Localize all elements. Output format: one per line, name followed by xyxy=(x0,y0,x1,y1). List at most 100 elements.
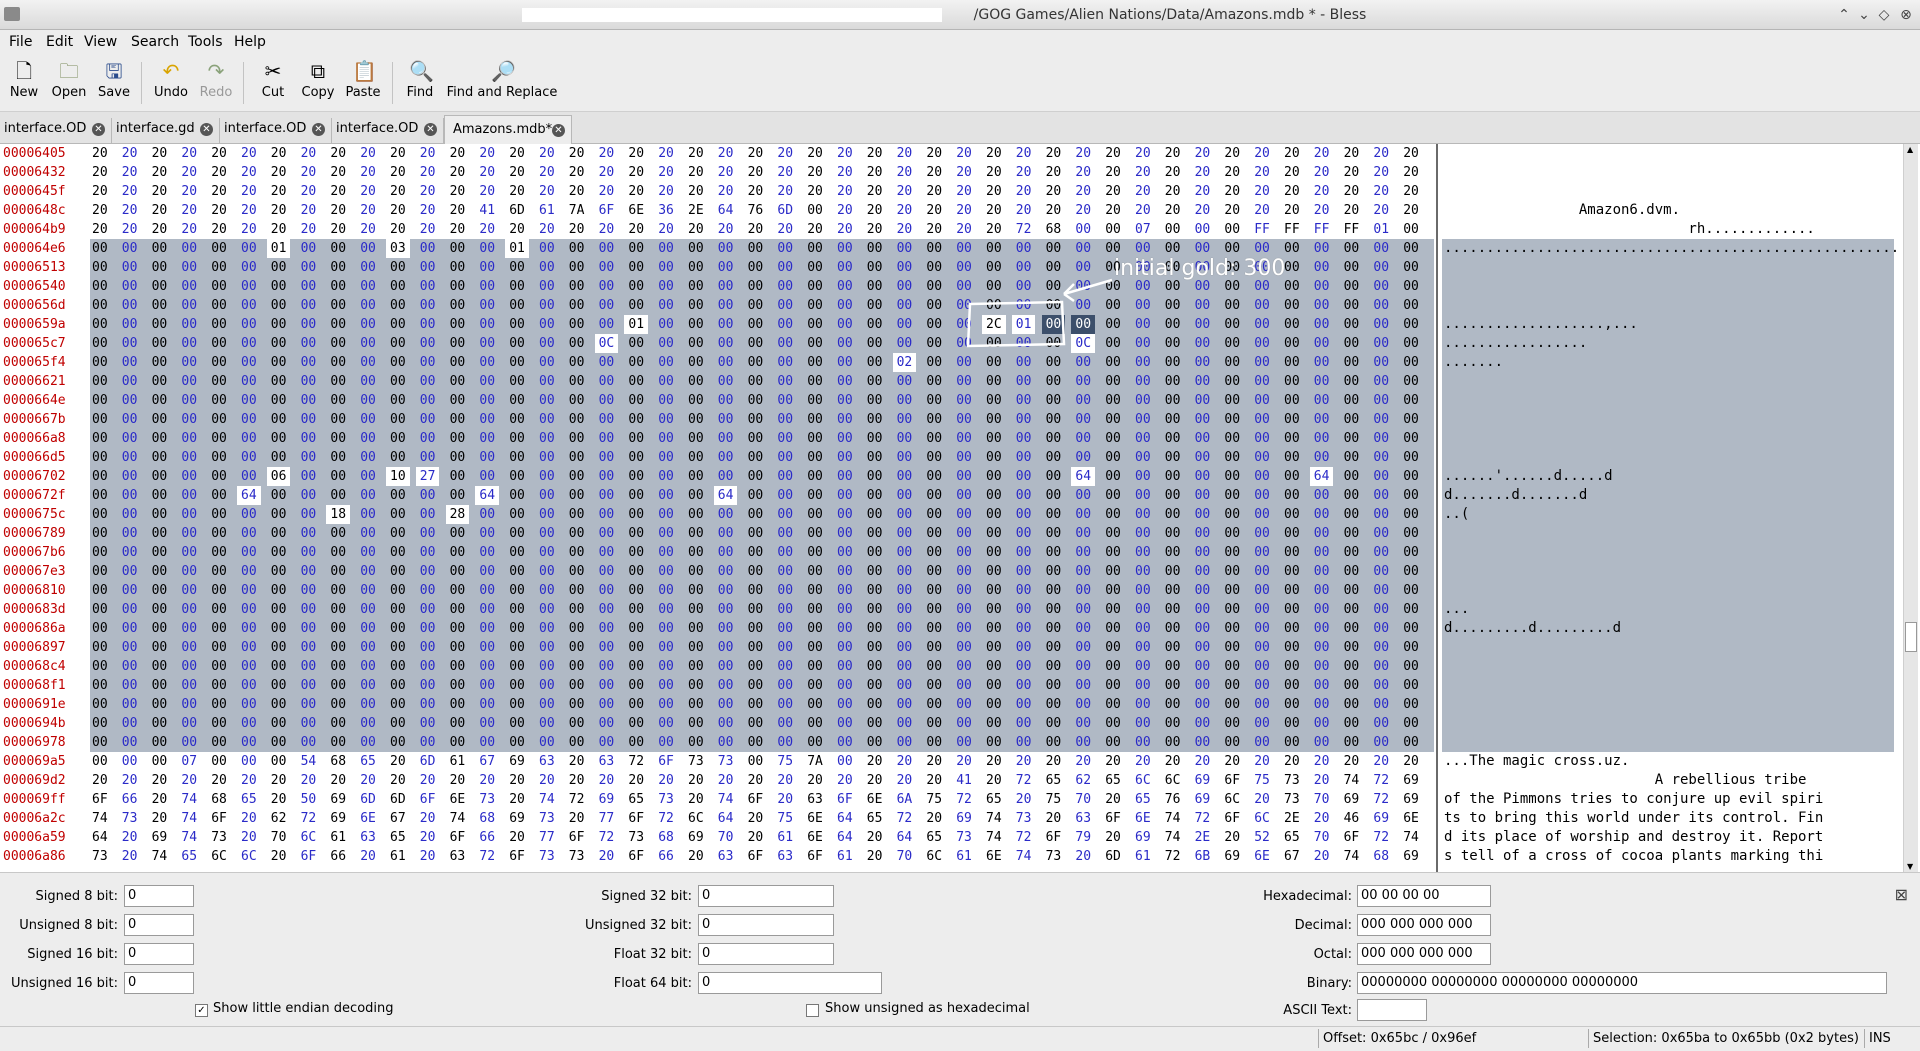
little-endian-label: Show little endian decoding xyxy=(213,1001,394,1016)
signed32-field[interactable]: 0 xyxy=(698,885,834,907)
open-button[interactable]: 🗀 Open xyxy=(50,58,88,108)
undo-button[interactable]: ↶ Undo xyxy=(152,58,190,108)
close-icon[interactable]: ⊗ xyxy=(1896,5,1916,25)
hex-editor[interactable]: 00006405 00006432 0000645f 0000648c 000064b9… xyxy=(0,144,1920,872)
menu-file[interactable]: File xyxy=(9,34,32,50)
find-button[interactable]: 🔍 Find xyxy=(405,58,435,108)
hex-label: Hexadecimal: xyxy=(1263,889,1352,904)
new-button[interactable]: 🗋 New xyxy=(8,58,40,108)
tab-amazons-mdb[interactable]: Amazons.mdb* ✕ xyxy=(444,115,572,144)
clipboard-icon: 📋 xyxy=(352,59,377,83)
paste-label: Paste xyxy=(345,85,381,100)
conversion-panel: Signed 8 bit: 0 Unsigned 8 bit: 0 Signed… xyxy=(0,872,1920,1027)
save-button[interactable]: 🖫 Save xyxy=(96,58,132,108)
close-tab-icon[interactable]: ✕ xyxy=(424,123,437,136)
scroll-down-icon[interactable]: ▼ xyxy=(1907,862,1913,871)
binary-label: Binary: xyxy=(1306,976,1352,991)
close-tab-icon[interactable]: ✕ xyxy=(552,124,565,137)
octal-field[interactable]: 000 000 000 000 xyxy=(1357,943,1491,965)
unsigned16-field[interactable]: 0 xyxy=(124,972,194,994)
redo-label: Redo xyxy=(199,85,233,100)
toolbar: 🗋 New 🗀 Open 🖫 Save ↶ Undo ↷ Redo ✂ Cut ⧉ Copy … xyxy=(0,54,1920,112)
tab-label: interface.OD xyxy=(4,121,87,136)
float32-label: Float 32 bit: xyxy=(613,947,692,962)
annotation-box xyxy=(966,300,1066,348)
tab-interface-od-3[interactable]: interface.OD ✕ xyxy=(332,118,444,144)
maximize-icon[interactable]: ◇ xyxy=(1874,5,1894,25)
tab-interface-od-2[interactable]: interface.OD ✕ xyxy=(220,118,332,144)
new-label: New xyxy=(9,85,39,100)
chevron-down-icon[interactable]: ⌄ xyxy=(1854,5,1874,25)
hex-field[interactable]: 00 00 00 00 xyxy=(1357,885,1491,907)
undo-label: Undo xyxy=(154,85,188,100)
selection-status: Selection: 0x65ba to 0x65bb (0x2 bytes) xyxy=(1588,1029,1865,1048)
copy-label: Copy xyxy=(301,85,335,100)
scissors-icon: ✂ xyxy=(264,59,282,83)
menu-help[interactable]: Help xyxy=(234,34,266,50)
menu-tools[interactable]: Tools xyxy=(188,34,223,50)
toolbar-separator xyxy=(243,62,244,104)
tab-interface-gd[interactable]: interface.gd ✕ xyxy=(112,118,220,144)
tab-label: interface.OD xyxy=(336,121,419,136)
decimal-field[interactable]: 000 000 000 000 xyxy=(1357,914,1491,936)
title-bar: /GOG Games/Alien Nations/Data/Amazons.md… xyxy=(0,0,1920,30)
annotation-text: initial gold: 300 xyxy=(1114,256,1286,281)
signed16-label: Signed 16 bit: xyxy=(27,947,118,962)
scrollbar[interactable]: ▲ ▼ xyxy=(1903,144,1918,872)
little-endian-checkbox[interactable]: ✓ xyxy=(195,1004,208,1017)
redo-icon: ↷ xyxy=(207,59,225,83)
copy-button[interactable]: ⧉ Copy xyxy=(300,58,336,108)
float32-field[interactable]: 0 xyxy=(698,943,834,965)
find-replace-label: Find and Replace xyxy=(446,85,558,100)
tab-interface-od-1[interactable]: interface.OD ✕ xyxy=(0,118,112,144)
unsigned-hex-checkbox[interactable] xyxy=(806,1004,819,1017)
close-tab-icon[interactable]: ✕ xyxy=(92,123,105,136)
toolbar-separator xyxy=(392,62,393,104)
close-panel-icon[interactable]: ⊠ xyxy=(1895,885,1908,904)
tab-label: interface.gd xyxy=(116,121,195,136)
folder-icon: 🗀 xyxy=(59,59,79,83)
signed8-field[interactable]: 0 xyxy=(124,885,194,907)
unsigned16-label: Unsigned 16 bit: xyxy=(10,976,118,991)
status-bar: Offset: 0x65bc / 0x96ef Selection: 0x65b… xyxy=(0,1026,1920,1051)
cut-label: Cut xyxy=(261,85,285,100)
annotation-arrow xyxy=(1063,278,1113,303)
find-replace-button[interactable]: 🔎 Find and Replace xyxy=(446,58,558,108)
tab-bar: interface.OD ✕ interface.gd ✕ interface.OD… xyxy=(0,112,1920,144)
unsigned32-field[interactable]: 0 xyxy=(698,914,834,936)
save-icon: 🖫 xyxy=(105,59,123,83)
menu-search[interactable]: Search xyxy=(131,34,179,50)
close-tab-icon[interactable]: ✕ xyxy=(200,123,213,136)
save-label: Save xyxy=(98,85,130,100)
menu-bar: File Edit View Search Tools Help xyxy=(0,30,1920,54)
ascii-text-label: ASCII Text: xyxy=(1283,1003,1352,1018)
minimize-icon[interactable]: ⌃ xyxy=(1834,5,1854,25)
toolbar-separator xyxy=(141,62,142,104)
close-tab-icon[interactable]: ✕ xyxy=(312,123,325,136)
decimal-label: Decimal: xyxy=(1294,918,1352,933)
find-replace-icon: 🔎 xyxy=(491,59,516,83)
tab-label: Amazons.mdb* xyxy=(453,122,553,137)
float64-field[interactable]: 0 xyxy=(698,972,882,994)
ascii-text-field[interactable] xyxy=(1357,999,1427,1021)
signed16-field[interactable]: 0 xyxy=(124,943,194,965)
paste-button[interactable]: 📋 Paste xyxy=(344,58,382,108)
annotation-drawing xyxy=(966,278,1113,348)
float64-label: Float 64 bit: xyxy=(613,976,692,991)
cut-button[interactable]: ✂ Cut xyxy=(258,58,288,108)
binary-field[interactable]: 00000000 00000000 00000000 00000000 xyxy=(1357,972,1887,994)
scroll-thumb[interactable] xyxy=(1905,622,1917,652)
unsigned8-field[interactable]: 0 xyxy=(124,914,194,936)
find-label: Find xyxy=(406,85,434,100)
octal-label: Octal: xyxy=(1313,947,1352,962)
redo-button[interactable]: ↷ Redo xyxy=(198,58,234,108)
new-file-icon: 🗋 xyxy=(15,59,33,83)
menu-view[interactable]: View xyxy=(84,34,117,50)
undo-icon: ↶ xyxy=(162,59,180,83)
magnifier-icon: 🔍 xyxy=(409,59,434,83)
scroll-up-icon[interactable]: ▲ xyxy=(1907,145,1913,154)
offset-status: Offset: 0x65bc / 0x96ef xyxy=(1318,1029,1583,1048)
open-label: Open xyxy=(51,85,87,100)
signed32-label: Signed 32 bit: xyxy=(601,889,692,904)
menu-edit[interactable]: Edit xyxy=(46,34,73,50)
